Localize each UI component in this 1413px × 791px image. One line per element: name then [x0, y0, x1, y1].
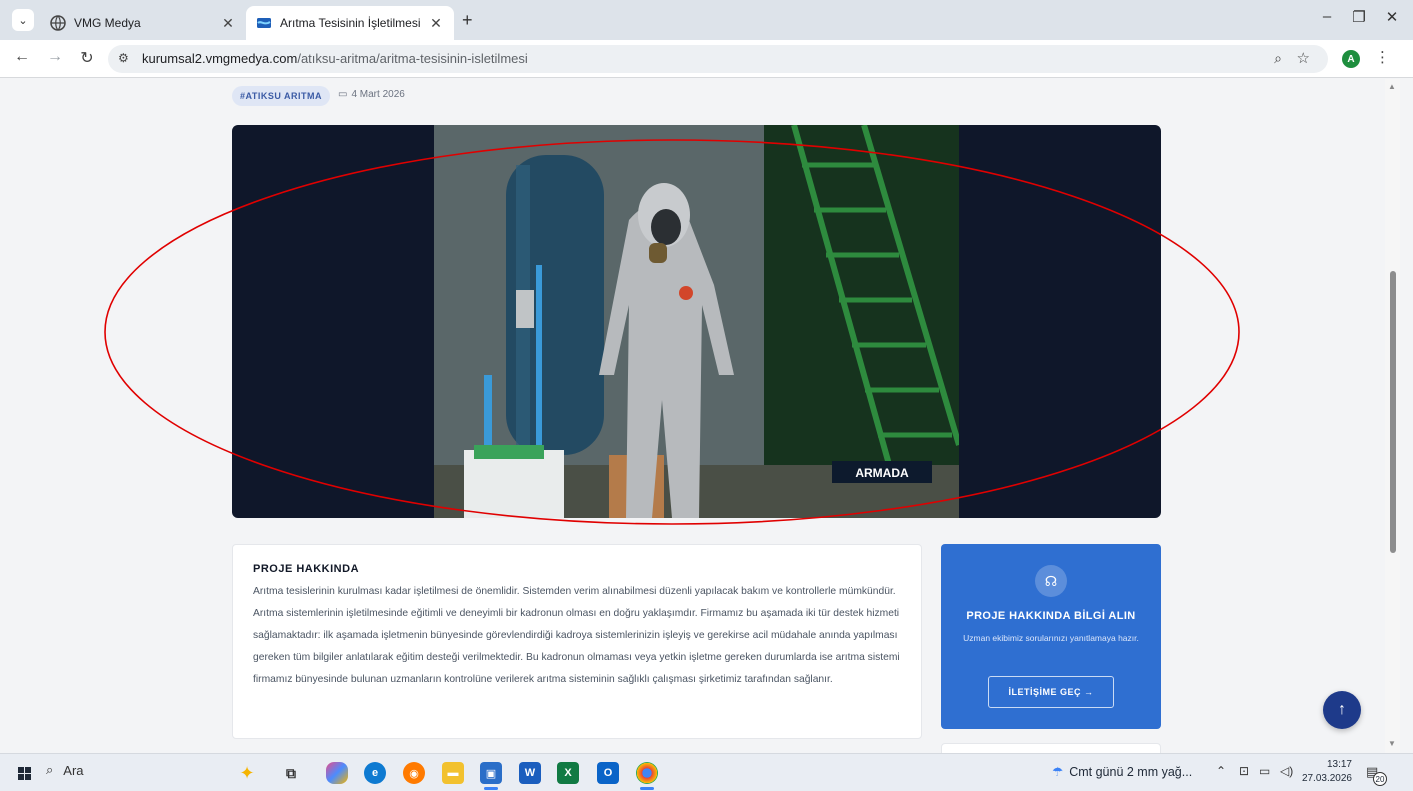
close-icon[interactable]: ✕: [1378, 8, 1406, 26]
contact-button[interactable]: İLETİŞİME GEÇ →: [988, 676, 1114, 708]
url-path: /atıksu-aritma/aritma-tesisinin-isletilm…: [297, 51, 528, 66]
globe-icon: [50, 15, 66, 31]
post-date-text: 4 Mart 2026: [351, 89, 405, 100]
clock-time: 13:17: [1326, 759, 1352, 770]
active-app-indicator: [640, 787, 654, 790]
taskbar-search-label: Ara: [63, 762, 84, 778]
windows-start-icon[interactable]: [18, 767, 31, 780]
firefox-icon[interactable]: ◉: [403, 762, 425, 784]
page-viewport: #ATIKSU ARITMA ▭ 4 Mart 2026 ARMADA PROJ…: [0, 79, 1400, 753]
close-tab-icon[interactable]: ✕: [428, 15, 444, 32]
taskbar-clock[interactable]: 13:17 27.03.2026: [1300, 758, 1352, 786]
reload-icon[interactable]: ↻: [77, 48, 97, 68]
word-icon[interactable]: W: [519, 762, 541, 784]
browser-toolbar: ← → ↻ ⚙ kurumsal2.vmgmedya.com/atıksu-ar…: [0, 40, 1413, 78]
minimize-icon[interactable]: –: [1313, 8, 1341, 25]
address-bar[interactable]: ⚙ kurumsal2.vmgmedya.com/atıksu-aritma/a…: [108, 45, 1328, 73]
calendar-icon: ▭: [338, 89, 348, 100]
about-card: PROJE HAKKINDA Arıtma tesislerinin kurul…: [232, 544, 922, 739]
tray-overflow-icon[interactable]: ⌃: [1216, 764, 1226, 778]
site-logo-icon: [257, 18, 271, 28]
new-tab-icon[interactable]: +: [462, 10, 473, 31]
search-icon: ⌕: [46, 762, 54, 777]
url-text[interactable]: kurumsal2.vmgmedya.com/atıksu-aritma/ari…: [142, 51, 528, 66]
tab-aritma-tesisi[interactable]: Arıtma Tesisinin İşletilmesi ✕: [246, 6, 454, 40]
site-info-icon[interactable]: ⚙: [118, 51, 129, 65]
restore-icon[interactable]: ❐: [1345, 8, 1373, 26]
tab-title: Arıtma Tesisinin İşletilmesi: [280, 16, 421, 30]
network-icon[interactable]: ⊡: [1239, 764, 1249, 778]
weather-rain-icon: ☂: [1052, 765, 1064, 779]
armada-watermark: ARMADA: [855, 466, 909, 480]
windows-taskbar: ⌕ Ara ✦ ⧉ e ◉ ▬ ▣ W X O ☂ Cmt günü 2 mm …: [0, 753, 1413, 791]
scroll-down-icon[interactable]: ▼: [1388, 739, 1396, 748]
speaker-icon[interactable]: ◁): [1280, 764, 1293, 778]
hero-image-frame: ARMADA: [232, 125, 1161, 518]
tab-search-icon[interactable]: ⌄: [12, 9, 34, 31]
page-scrollbar[interactable]: ▲ ▼: [1385, 79, 1400, 753]
edge-icon[interactable]: e: [364, 762, 386, 784]
zoom-icon[interactable]: ⌕: [1274, 50, 1282, 67]
bookmark-star-icon[interactable]: ☆: [1297, 49, 1310, 67]
cta-subtitle: Uzman ekibimiz sorularınızı yanıtlamaya …: [963, 633, 1139, 643]
sidebar-card: [941, 743, 1161, 753]
cta-card: ☊ PROJE HAKKINDA BİLGİ ALIN Uzman ekibim…: [941, 544, 1161, 729]
forward-icon[interactable]: →: [45, 48, 65, 66]
scroll-to-top-button[interactable]: ↑: [1323, 691, 1361, 729]
task-view-icon[interactable]: ⧉: [280, 762, 302, 784]
clock-date: 27.03.2026: [1301, 773, 1352, 784]
close-tab-icon[interactable]: ✕: [220, 15, 236, 32]
display-icon[interactable]: ▭: [1259, 764, 1270, 778]
menu-kebab-icon[interactable]: ⋮: [1375, 48, 1390, 66]
excel-icon[interactable]: X: [557, 762, 579, 784]
scroll-up-icon[interactable]: ▲: [1388, 82, 1396, 91]
file-explorer-icon[interactable]: ▬: [442, 762, 464, 784]
weather-text: Cmt günü 2 mm yağ...: [1069, 764, 1193, 779]
weather-widget[interactable]: ☂ Cmt günü 2 mm yağ...: [1052, 764, 1193, 780]
copilot-icon[interactable]: [326, 762, 348, 784]
tab-title: VMG Medya: [74, 16, 141, 30]
chrome-icon[interactable]: [636, 762, 658, 784]
tab-vmg-medya[interactable]: VMG Medya ✕: [40, 6, 246, 40]
copilot-sparkle-icon[interactable]: ✦: [236, 762, 258, 784]
notification-badge: 20: [1373, 772, 1387, 786]
cta-title: PROJE HAKKINDA BİLGİ ALIN: [966, 610, 1136, 622]
outlook-icon[interactable]: O: [597, 762, 619, 784]
url-host: kurumsal2.vmgmedya.com: [142, 51, 298, 66]
category-tag[interactable]: #ATIKSU ARITMA: [232, 86, 330, 106]
profile-avatar[interactable]: A: [1342, 50, 1360, 68]
browser-tab-strip: ⌄ VMG Medya ✕ Arıtma Tesisinin İşletilme…: [0, 0, 1413, 40]
taskbar-search[interactable]: ⌕ Ara: [46, 762, 84, 778]
scrollbar-thumb[interactable]: [1390, 271, 1396, 553]
store-icon[interactable]: ▣: [480, 762, 502, 784]
active-app-indicator: [484, 787, 498, 790]
back-icon[interactable]: ←: [12, 48, 32, 66]
about-title: PROJE HAKKINDA: [253, 563, 360, 575]
post-date: ▭ 4 Mart 2026: [338, 89, 405, 100]
hero-photo: ARMADA: [434, 125, 959, 518]
about-body: Arıtma tesislerinin kurulması kadar işle…: [253, 586, 900, 685]
support-headset-icon: ☊: [1035, 565, 1067, 597]
